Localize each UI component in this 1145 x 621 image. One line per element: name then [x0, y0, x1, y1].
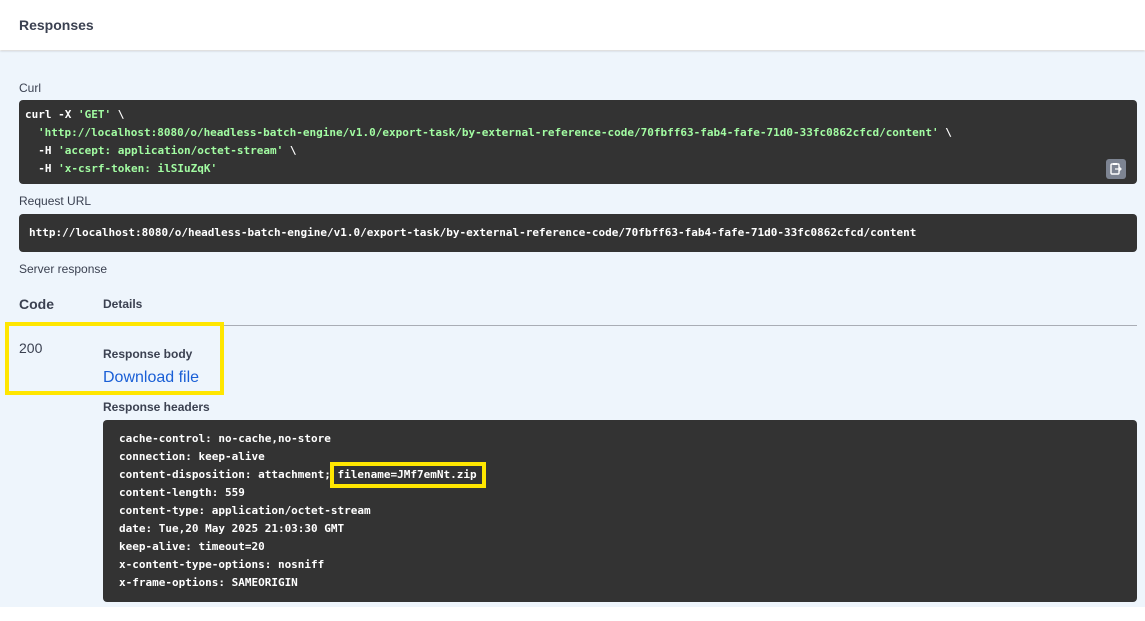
curl-label: Curl: [19, 81, 42, 95]
responses-header: Responses: [0, 0, 1145, 50]
header-keep-alive: keep-alive: timeout=20: [119, 540, 265, 553]
response-headers-label: Response headers: [103, 400, 210, 414]
header-connection: connection: keep-alive: [119, 450, 265, 463]
request-url-label: Request URL: [19, 194, 92, 208]
header-cache-control: cache-control: no-cache,no-store: [119, 432, 331, 445]
column-header-details: Details: [103, 297, 143, 311]
copy-to-clipboard-button[interactable]: [1106, 159, 1126, 179]
curl-code-block[interactable]: curl -X 'GET' \ 'http://localhost:8080/o…: [19, 100, 1137, 184]
header-content-type: content-type: application/octet-stream: [119, 504, 371, 517]
curl-line-1: curl -X 'GET' \: [25, 108, 125, 121]
header-date: date: Tue,20 May 2025 21:03:30 GMT: [119, 522, 345, 535]
highlight-box-response: [5, 322, 224, 395]
clipboard-copy-icon: [1110, 163, 1122, 175]
curl-line-3: -H 'accept: application/octet-stream' \: [25, 144, 297, 157]
request-url-value: http://localhost:8080/o/headless-batch-e…: [29, 226, 917, 239]
header-content-length: content-length: 559: [119, 486, 245, 499]
request-url-block[interactable]: http://localhost:8080/o/headless-batch-e…: [19, 214, 1137, 252]
server-response-label: Server response: [19, 262, 108, 276]
response-headers-block[interactable]: cache-control: no-cache,no-store connect…: [103, 420, 1137, 602]
responses-title: Responses: [19, 17, 94, 33]
header-x-content-type-options: x-content-type-options: nosniff: [119, 558, 325, 571]
header-x-frame-options: x-frame-options: SAMEORIGIN: [119, 576, 298, 589]
curl-line-2: 'http://localhost:8080/o/headless-batch-…: [38, 126, 952, 139]
curl-line-4: -H 'x-csrf-token: ilSIuZqK': [25, 162, 218, 175]
column-header-code: Code: [19, 296, 54, 312]
highlight-box-filename: [330, 462, 486, 488]
